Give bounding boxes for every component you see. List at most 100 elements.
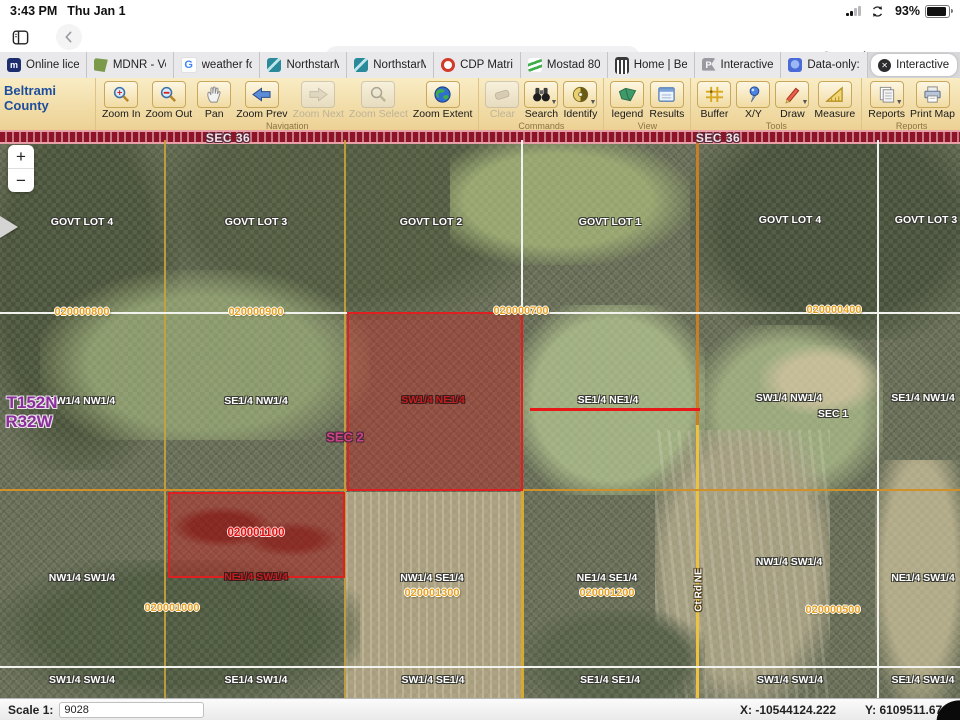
buffer-icon (697, 81, 731, 108)
draw-button[interactable]: ▼ Draw (775, 81, 809, 121)
map-viewport[interactable]: SEC 36SEC 36GOVT LOT 4GOVT LOT 3GOVT LOT… (0, 130, 960, 698)
google-g-favicon: G (181, 57, 197, 73)
toolbar-group-navigation: +Zoom InZoom OutPanZoom PrevZoom NextZoo… (96, 78, 479, 130)
panel-expand-arrow[interactable] (0, 216, 18, 238)
northstar-favicon (267, 58, 281, 72)
dropdown-arrow-icon[interactable]: ▼ (550, 99, 557, 106)
toolbar-button-label: Buffer (701, 109, 729, 121)
toolbar-button-label: Zoom Prev (236, 109, 287, 121)
zoom-select-button[interactable]: Zoom Select (349, 81, 408, 121)
tab-label: NorthstarM... (373, 59, 426, 71)
back-button[interactable] (56, 24, 82, 50)
arrow-left-icon (245, 81, 279, 108)
identify-icon: ▼ (563, 81, 597, 108)
toolbar-button-label: legend (612, 109, 644, 121)
tab-label: Interactive... (721, 59, 774, 71)
toolbar-button-label: Reports (868, 109, 905, 121)
status-right: 93% (846, 0, 950, 23)
tab-label: NorthstarM... (286, 59, 339, 71)
mostad-favicon (528, 58, 542, 72)
measure-button[interactable]: Measure (814, 81, 855, 121)
bank-favicon (615, 57, 629, 74)
toolbar-group-view: legendResultsView (604, 78, 691, 130)
zoom-in-icon: + (104, 81, 138, 108)
search-button[interactable]: ▼ Search (524, 81, 558, 121)
toolbar-group-commands: Clear▼Search▼IdentifyCommands (479, 78, 604, 130)
terrain-patch (346, 492, 522, 698)
browser-tab[interactable]: NorthstarM... (260, 52, 347, 78)
zoom-out-button[interactable]: Zoom Out (146, 81, 193, 121)
map-zoom-control: + − (8, 145, 34, 192)
dropdown-arrow-icon[interactable]: ▼ (896, 99, 903, 106)
zoom-prev-button[interactable]: Zoom Prev (236, 81, 287, 121)
zoom-extent-button[interactable]: Zoom Extent (413, 81, 473, 121)
x-coordinate: X: -10544124.222 (740, 703, 836, 717)
terrain-patch (875, 460, 960, 698)
eraser-icon (485, 81, 519, 108)
results-button[interactable]: Results (649, 81, 684, 121)
zoom-in-button[interactable]: + (8, 145, 34, 168)
pushpin-icon (736, 81, 770, 108)
legend-button[interactable]: legend (610, 81, 644, 121)
toolbar-button-label: Measure (814, 109, 855, 121)
terrain-patch (698, 325, 883, 495)
bottom-status-bar: Scale 1: X: -10544124.222 Y: 6109511.671… (0, 698, 960, 720)
toolbar-button-label: Print Map (910, 109, 955, 121)
toolbar-button-label: Identify (563, 109, 597, 121)
tab-label: Online licer (26, 59, 79, 71)
sidebar-icon[interactable] (8, 25, 32, 49)
battery-icon (925, 5, 950, 18)
dropdown-arrow-icon[interactable]: ▼ (801, 99, 808, 106)
terrain-patch (150, 130, 540, 320)
terrain-patch (40, 270, 370, 440)
toolbar-button-label: Search (525, 109, 558, 121)
browser-tab[interactable]: CDP Matrix (434, 52, 521, 78)
tab-label: weather for... (202, 59, 253, 71)
terrain-patch (520, 305, 705, 495)
browser-tab[interactable]: ✕ Interactive... (871, 54, 957, 76)
toolbar-button-label: Draw (780, 109, 805, 121)
browser-tab[interactable]: Home | Belt... (608, 52, 695, 78)
tab-label: Interactive... (896, 59, 950, 71)
dropdown-arrow-icon[interactable]: ▼ (589, 99, 596, 106)
clear-button[interactable]: Clear (485, 81, 519, 121)
terrain-patch (450, 135, 690, 265)
toolbar-group-reports: ▼ Reports Print Map Reports (862, 78, 960, 130)
arrow-right-icon (301, 81, 335, 108)
zoom-in-button[interactable]: +Zoom In (102, 81, 141, 121)
pan-button[interactable]: Pan (197, 81, 231, 121)
highlighted-parcel[interactable] (168, 492, 345, 578)
browser-tab[interactable]: Mostad 80... (521, 52, 608, 78)
tab-close-icon[interactable]: ✕ (878, 59, 891, 72)
printer-icon (916, 81, 950, 108)
browser-tab[interactable]: Data-only:... (781, 52, 868, 78)
highlighted-parcel[interactable] (347, 312, 523, 491)
toolbar-button-label: Results (649, 109, 684, 121)
measure-icon (818, 81, 852, 108)
tab-label: Home | Belt... (634, 59, 687, 71)
reports-button[interactable]: ▼ Reports (868, 81, 905, 121)
reports-icon: ▼ (870, 81, 904, 108)
scale-input[interactable] (59, 702, 204, 718)
tab-label: CDP Matrix (460, 59, 513, 71)
browser-nav-bar: arcgis.co.beltrami.mn.us S B (0, 22, 960, 52)
zoom-out-button[interactable]: − (8, 168, 34, 192)
cellular-signal-icon (846, 6, 861, 16)
x-y-button[interactable]: X/Y (736, 81, 770, 121)
browser-tab[interactable]: MDNR - Veh... (87, 52, 174, 78)
browser-tab[interactable]: Gweather for... (174, 52, 261, 78)
browser-tab[interactable]: m Online licer (0, 52, 87, 78)
tab-label: Mostad 80... (547, 59, 600, 71)
toolbar-button-label: Zoom Extent (413, 109, 473, 121)
terrain-patch (0, 560, 360, 698)
zoom-out-icon (152, 81, 186, 108)
m-badge-favicon: m (7, 58, 21, 72)
identify-button[interactable]: ▼ Identify (563, 81, 597, 121)
browser-tab[interactable]: PInteractive... (695, 52, 782, 78)
print-map-button[interactable]: Print Map (910, 81, 955, 121)
browser-tab[interactable]: NorthstarM... (347, 52, 434, 78)
buffer-button[interactable]: Buffer (697, 81, 731, 121)
terrain-patch (655, 430, 830, 698)
zoom-next-button[interactable]: Zoom Next (293, 81, 344, 121)
tab-label: Data-only:... (807, 59, 860, 71)
